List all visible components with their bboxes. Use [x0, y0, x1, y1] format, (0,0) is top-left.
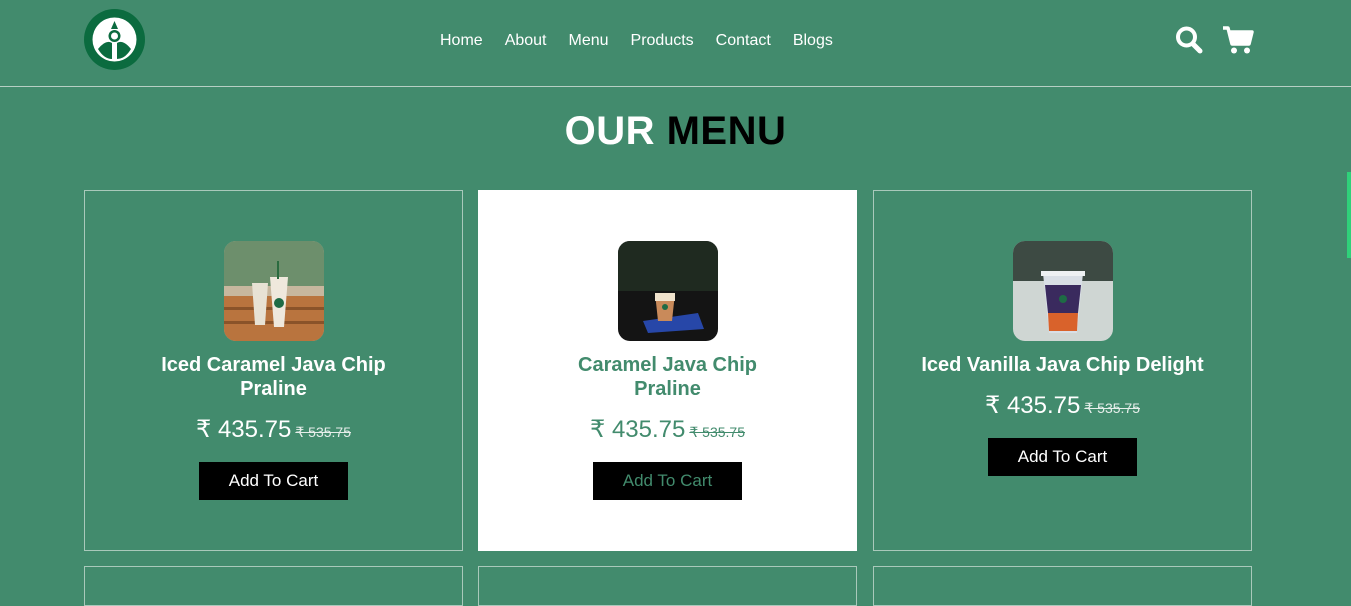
product-image — [617, 241, 718, 341]
nav-link-products[interactable]: Products — [631, 30, 694, 52]
product-image — [1012, 241, 1113, 341]
cart-icon[interactable] — [1222, 25, 1254, 55]
product-name: Iced Caramel Java Chip Praline — [161, 354, 386, 400]
menu-card-partial — [84, 566, 463, 606]
product-name: Iced Vanilla Java Chip Delight — [921, 354, 1204, 376]
nav-link-contact[interactable]: Contact — [716, 30, 771, 52]
siren-icon — [84, 9, 145, 70]
nav-link-menu[interactable]: Menu — [569, 30, 609, 52]
menu-card: Caramel Java Chip Praline ₹ 435.75 ₹ 535.… — [478, 190, 857, 551]
product-price: ₹ 435.75 ₹ 535.75 — [479, 415, 856, 447]
add-to-cart-button[interactable]: Add To Cart — [593, 462, 742, 500]
product-name: Caramel Java Chip Praline — [578, 354, 757, 400]
add-to-cart-button[interactable]: Add To Cart — [199, 462, 348, 500]
menu-card: Iced Caramel Java Chip Praline ₹ 435.75 ₹… — [84, 190, 463, 551]
add-to-cart-button[interactable]: Add To Cart — [988, 438, 1137, 476]
menu-card-partial — [873, 566, 1252, 606]
product-price: ₹ 435.75 ₹ 535.75 — [85, 415, 462, 447]
section-title: OUR MENU — [0, 106, 1351, 156]
section-title-part2: MENU — [666, 109, 787, 153]
nav-link-blogs[interactable]: Blogs — [793, 30, 833, 52]
product-price: ₹ 435.75 ₹ 535.75 — [874, 391, 1251, 423]
current-price: ₹ 435.75 — [590, 416, 686, 443]
product-image — [223, 241, 324, 341]
menu-card-partial — [478, 566, 857, 606]
scrollbar-thumb[interactable] — [1347, 172, 1351, 258]
old-price: ₹ 535.75 — [295, 424, 351, 440]
main-nav: Home About Menu Products Contact Blogs — [440, 30, 855, 52]
current-price: ₹ 435.75 — [196, 416, 292, 443]
section-title-part1: OUR — [564, 109, 655, 153]
menu-card: Iced Vanilla Java Chip Delight ₹ 435.75 ₹… — [873, 190, 1252, 551]
brand-logo[interactable] — [84, 9, 145, 70]
old-price: ₹ 535.75 — [689, 424, 745, 440]
current-price: ₹ 435.75 — [985, 392, 1081, 419]
nav-link-home[interactable]: Home — [440, 30, 483, 52]
old-price: ₹ 535.75 — [1084, 400, 1140, 416]
nav-link-about[interactable]: About — [505, 30, 547, 52]
site-header: Home About Menu Products Contact Blogs — [0, 0, 1351, 87]
search-icon[interactable] — [1175, 25, 1203, 55]
